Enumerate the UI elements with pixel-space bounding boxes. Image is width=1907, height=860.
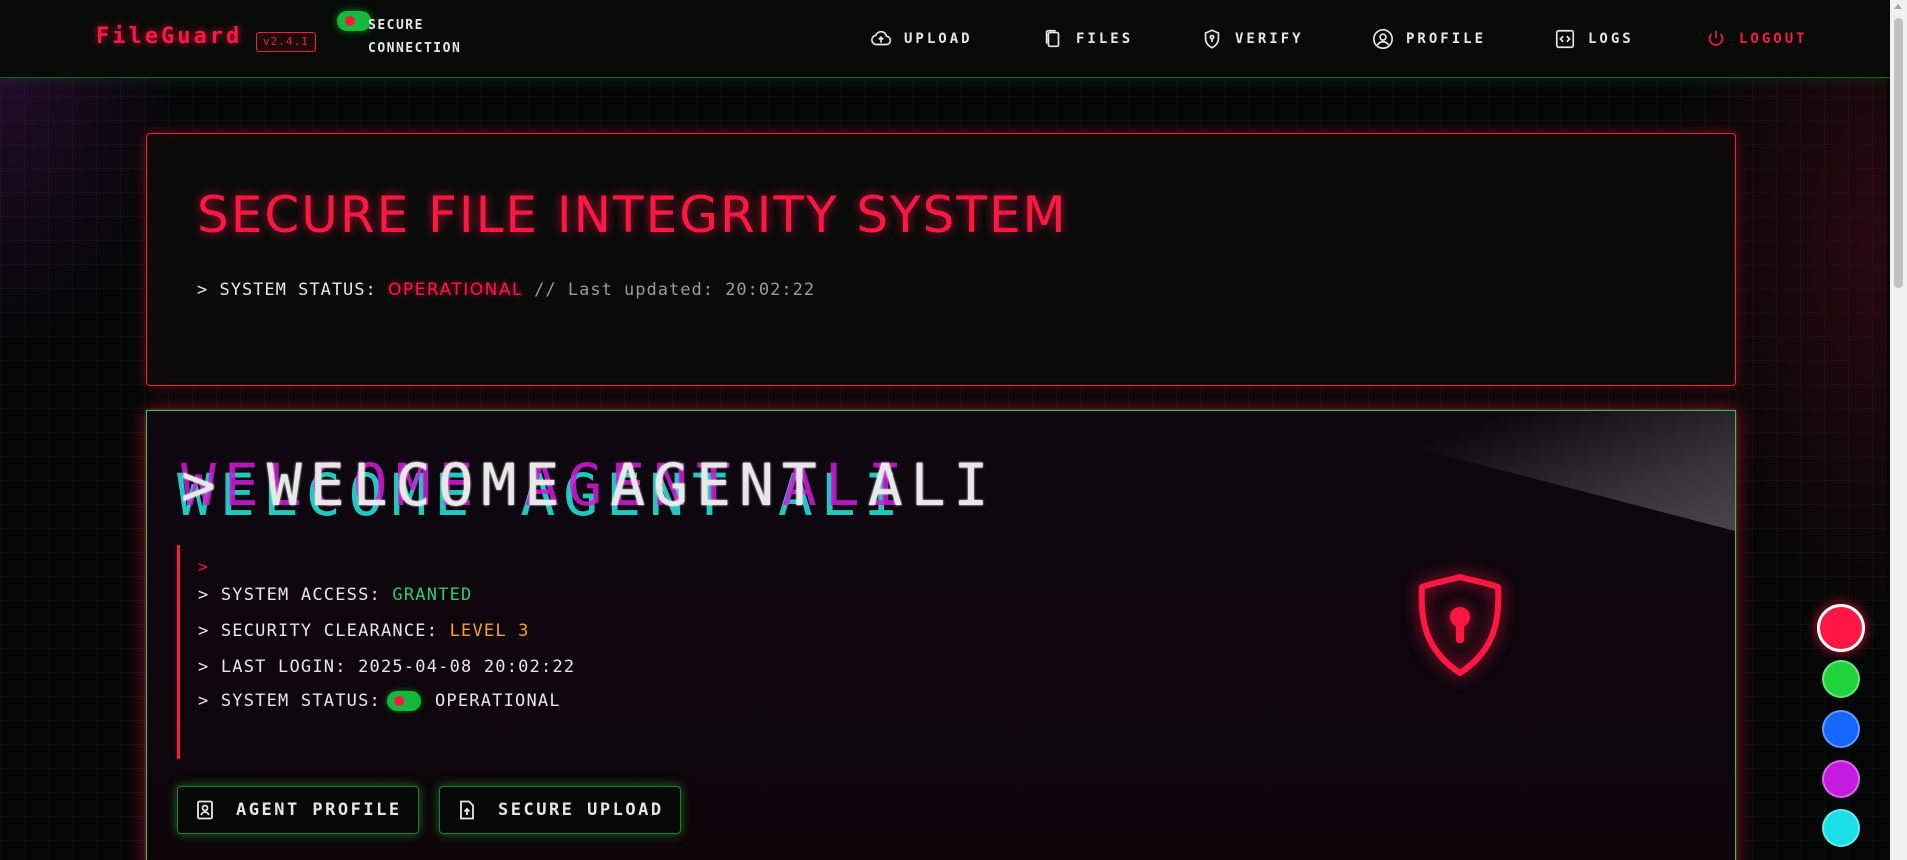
login-line: > LAST LOGIN: 2025-04-08 20:02:22: [198, 657, 575, 677]
nav-logout-label: LOGOUT: [1739, 31, 1808, 47]
access-line: > SYSTEM ACCESS: GRANTED: [198, 585, 472, 605]
top-navbar: FileGuard v2.4.1 SECURE CONNECTION UPLOA…: [0, 0, 1890, 78]
status-toggle-knob: [393, 696, 404, 706]
status-value-text: OPERATIONAL: [434, 691, 561, 711]
welcome-card: WELCOME AGENT ALI WELCOME AGENT ALI > WE…: [146, 410, 1736, 860]
id-badge-icon: [197, 800, 213, 820]
files-icon: [1045, 29, 1060, 48]
secure-upload-button[interactable]: SECURE UPLOAD: [439, 786, 681, 834]
nav-verify[interactable]: VERIFY: [1201, 26, 1304, 52]
nav-upload-label: UPLOAD: [904, 31, 973, 47]
theme-red[interactable]: [1817, 604, 1865, 652]
file-upload-icon: [460, 800, 474, 820]
headline-typed: > WELCOME AGENT ALI: [181, 451, 997, 519]
nav-logs-label: LOGS: [1588, 31, 1634, 47]
nav-verify-label: VERIFY: [1235, 31, 1304, 47]
page-scrollbar[interactable]: [1890, 0, 1907, 860]
nav-upload[interactable]: UPLOAD: [870, 26, 973, 52]
shield-lock-icon: [1418, 574, 1502, 676]
access-value: GRANTED: [392, 585, 473, 605]
agent-profile-button[interactable]: AGENT PROFILE: [177, 786, 419, 834]
secure-upload-label: SECURE UPLOAD: [498, 800, 664, 820]
access-label: > SYSTEM ACCESS:: [198, 585, 381, 605]
code-icon: [1555, 29, 1575, 49]
login-value: 2025-04-08 20:02:22: [358, 657, 576, 677]
scroll-up-arrow[interactable]: [1894, 4, 1902, 9]
status-line: > SYSTEM STATUS: OPERATIONAL: [198, 691, 561, 711]
brand-logo[interactable]: FileGuard: [96, 24, 242, 49]
scrollbar-thumb[interactable]: [1894, 18, 1903, 288]
nav-files[interactable]: FILES: [1042, 26, 1133, 52]
terminal-info: > > SYSTEM ACCESS: GRANTED > SECURITY CL…: [177, 545, 817, 759]
updated-prefix: // Last updated:: [534, 280, 714, 300]
updated-time: 20:02:22: [725, 280, 816, 300]
clearance-label: > SECURITY CLEARANCE:: [198, 621, 439, 641]
status-value: OPERATIONAL: [388, 280, 523, 300]
page-title: SECURE FILE INTEGRITY SYSTEM: [197, 186, 1068, 244]
nav-logout[interactable]: LOGOUT: [1705, 26, 1808, 52]
theme-blue[interactable]: [1822, 710, 1860, 748]
light-beam: [1275, 411, 1735, 531]
system-status-line: > SYSTEM STATUS: OPERATIONAL // Last upd…: [197, 280, 815, 300]
shield-check-icon: [1204, 29, 1220, 49]
theme-green[interactable]: [1822, 660, 1860, 698]
theme-purple[interactable]: [1822, 760, 1860, 798]
status-prefix: > SYSTEM STATUS:: [197, 280, 377, 300]
secure-connection-toggle[interactable]: [337, 11, 371, 31]
clearance-value: LEVEL 3: [449, 621, 530, 641]
agent-profile-label: AGENT PROFILE: [236, 800, 402, 820]
version-badge: v2.4.1: [256, 32, 316, 52]
theme-cyan[interactable]: [1822, 809, 1860, 847]
system-header-card: SECURE FILE INTEGRITY SYSTEM > SYSTEM ST…: [146, 133, 1736, 386]
login-label: > LAST LOGIN:: [198, 657, 347, 677]
clearance-line: > SECURITY CLEARANCE: LEVEL 3: [198, 621, 530, 641]
toggle-knob: [345, 16, 355, 26]
cloud-upload-icon: [871, 30, 892, 46]
power-icon: [1708, 30, 1724, 46]
nav-files-label: FILES: [1076, 31, 1134, 47]
secure-connection-label: SECURE CONNECTION: [368, 18, 462, 56]
status-label: > SYSTEM STATUS:: [198, 691, 381, 711]
nav-profile[interactable]: PROFILE: [1372, 26, 1486, 52]
nav-logs[interactable]: LOGS: [1554, 26, 1634, 52]
user-circle-icon: [1373, 29, 1393, 49]
nav-profile-label: PROFILE: [1406, 31, 1487, 47]
status-toggle: [386, 691, 421, 711]
terminal-prompt: >: [198, 557, 208, 576]
